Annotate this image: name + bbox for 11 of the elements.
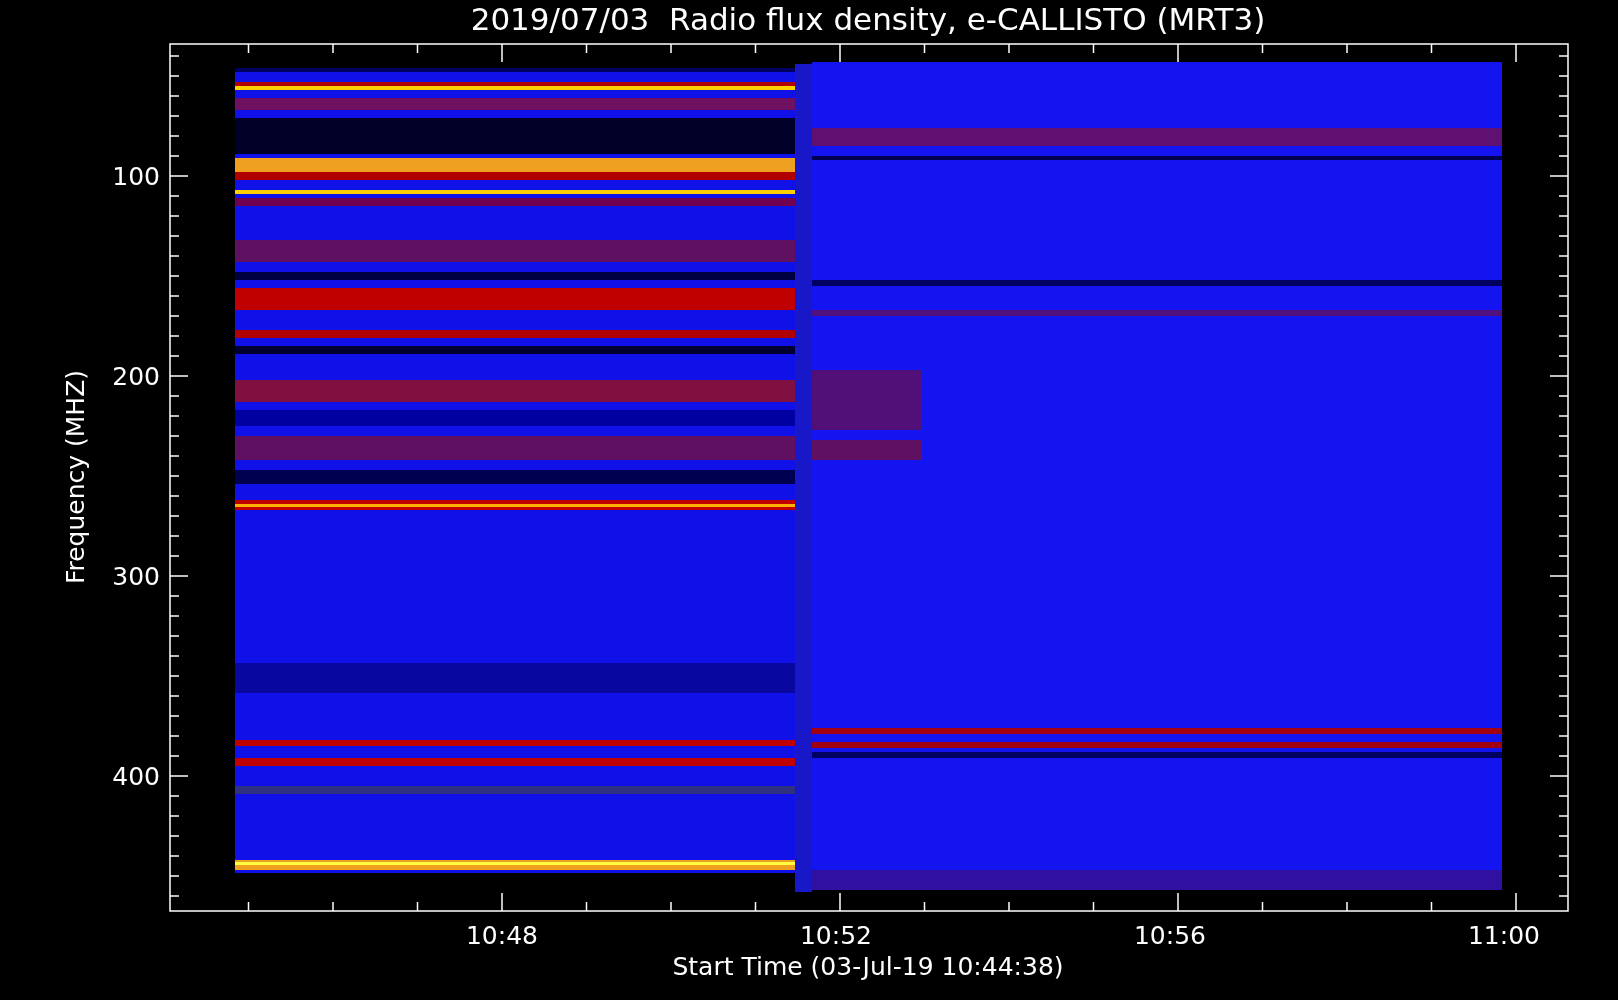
y-axis-label: Frequency (MHZ) (61, 369, 90, 585)
y-tick-label: 400 (112, 762, 160, 791)
x-tick-label: 10:48 (466, 921, 538, 950)
y-tick-label: 100 (112, 162, 160, 191)
x-tick-label: 10:52 (800, 921, 872, 950)
x-axis-label: Start Time (03-Jul-19 10:44:38) (672, 952, 1064, 981)
y-tick-label: 300 (112, 562, 160, 591)
y-tick-label: 200 (112, 362, 160, 391)
x-tick-label: 10:56 (1134, 921, 1206, 950)
chart-title: 2019/07/03 Radio flux density, e-CALLISTO (MRT3) (470, 1, 1266, 37)
x-tick-label: 11:00 (1468, 921, 1540, 950)
